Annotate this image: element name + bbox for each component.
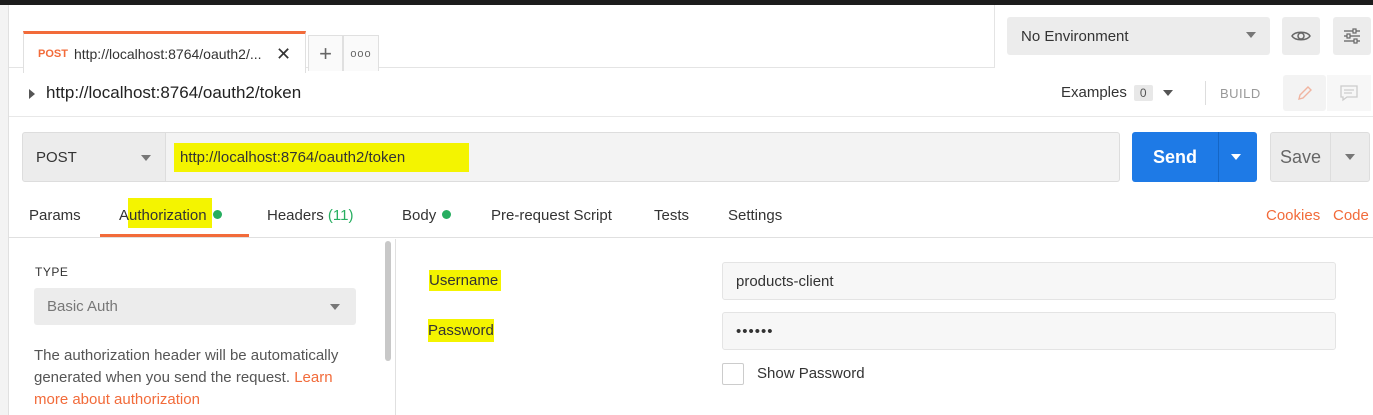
tab-method: POST bbox=[38, 47, 68, 60]
request-name[interactable]: http://localhost:8764/oauth2/token bbox=[46, 83, 301, 103]
pencil-icon bbox=[1297, 86, 1312, 100]
show-password-checkbox[interactable] bbox=[722, 363, 744, 385]
auth-description-text: The authorization header will be automat… bbox=[34, 347, 339, 386]
tab-body-label: Body bbox=[402, 207, 437, 224]
auth-description: The authorization header will be automat… bbox=[34, 345, 364, 411]
request-tabs: Params Authorization Headers (11) Body P… bbox=[9, 196, 1373, 238]
sliders-icon bbox=[1344, 28, 1360, 44]
comment-icon bbox=[1340, 85, 1358, 102]
method-select[interactable]: POST bbox=[22, 132, 166, 182]
examples-label: Examples bbox=[1061, 84, 1127, 101]
username-value: products-client bbox=[736, 272, 834, 290]
tab-tests[interactable]: Tests bbox=[654, 207, 689, 224]
edit-button[interactable] bbox=[1283, 75, 1326, 111]
new-tab-button[interactable]: + bbox=[308, 35, 343, 71]
chevron-down-icon[interactable] bbox=[1345, 154, 1355, 160]
tab-bar: POST http://localhost:8764/oauth2/... ✕ … bbox=[9, 5, 994, 73]
send-label: Send bbox=[1152, 146, 1197, 167]
divider bbox=[1330, 133, 1331, 181]
manage-environments-button[interactable] bbox=[1333, 17, 1371, 55]
auth-type-panel: TYPE Basic Auth The authorization header… bbox=[9, 239, 396, 415]
tab-headers-label: Headers bbox=[267, 207, 324, 224]
divider bbox=[1218, 132, 1219, 182]
cookies-link[interactable]: Cookies bbox=[1266, 207, 1320, 224]
request-name-row: http://localhost:8764/oauth2/token Examp… bbox=[9, 69, 1373, 117]
chevron-down-icon bbox=[1246, 32, 1256, 38]
close-icon[interactable]: ✕ bbox=[276, 45, 291, 63]
status-dot bbox=[212, 210, 222, 219]
environment-quick-look-button[interactable] bbox=[1282, 17, 1320, 55]
code-link[interactable]: Code bbox=[1333, 207, 1369, 224]
examples-count: 0 bbox=[1133, 84, 1153, 101]
username-label: Username bbox=[429, 270, 502, 291]
username-label-text: Username bbox=[429, 270, 502, 291]
password-label-text: Password bbox=[428, 319, 494, 342]
more-tabs-button[interactable]: ooo bbox=[343, 35, 379, 71]
auth-type-value: Basic Auth bbox=[47, 298, 118, 315]
method-value: POST bbox=[36, 148, 77, 166]
password-value: •••••• bbox=[736, 322, 774, 340]
environment-value: No Environment bbox=[1021, 27, 1129, 45]
request-tab[interactable]: POST http://localhost:8764/oauth2/... ✕ bbox=[23, 31, 306, 73]
save-button[interactable]: Save bbox=[1270, 132, 1370, 182]
tab-headers[interactable]: Headers (11) bbox=[267, 207, 353, 224]
comments-button[interactable] bbox=[1327, 75, 1371, 111]
plus-icon: + bbox=[319, 40, 332, 66]
auth-type-select[interactable]: Basic Auth bbox=[34, 288, 356, 325]
tab-prerequest-script[interactable]: Pre-request Script bbox=[491, 207, 612, 224]
status-dot bbox=[442, 210, 452, 219]
build-label[interactable]: BUILD bbox=[1220, 86, 1261, 101]
expand-triangle-icon[interactable] bbox=[29, 89, 35, 99]
left-edge bbox=[0, 5, 9, 415]
chevron-down-icon bbox=[141, 155, 151, 161]
tab-params[interactable]: Params bbox=[29, 207, 81, 224]
tab-authorization[interactable]: Authorization bbox=[100, 207, 249, 237]
chevron-down-icon bbox=[1162, 89, 1173, 96]
send-button[interactable]: Send bbox=[1132, 132, 1257, 182]
url-value: http://localhost:8764/oauth2/token bbox=[174, 142, 470, 172]
environment-select[interactable]: No Environment bbox=[1007, 17, 1270, 55]
scrollbar[interactable] bbox=[385, 241, 391, 361]
tab-settings[interactable]: Settings bbox=[728, 207, 782, 224]
chevron-down-icon[interactable] bbox=[1231, 154, 1241, 160]
save-label: Save bbox=[1279, 146, 1322, 167]
eye-icon bbox=[1291, 31, 1311, 41]
more-icon: ooo bbox=[350, 47, 372, 60]
divider bbox=[994, 5, 995, 68]
show-password-label[interactable]: Show Password bbox=[757, 365, 865, 382]
examples-dropdown[interactable]: Examples 0 bbox=[1061, 84, 1173, 101]
divider bbox=[1205, 81, 1206, 105]
url-input[interactable]: http://localhost:8764/oauth2/token bbox=[166, 132, 1120, 182]
headers-count: (11) bbox=[327, 207, 354, 224]
password-label: Password bbox=[428, 319, 494, 342]
tab-authorization-label: Authorization bbox=[119, 207, 207, 224]
tab-body[interactable]: Body bbox=[402, 207, 452, 224]
tab-title: http://localhost:8764/oauth2/... bbox=[73, 45, 262, 62]
chevron-down-icon bbox=[330, 304, 340, 310]
username-input[interactable]: products-client bbox=[722, 262, 1336, 300]
type-label: TYPE bbox=[35, 265, 69, 279]
password-input[interactable]: •••••• bbox=[722, 312, 1336, 350]
